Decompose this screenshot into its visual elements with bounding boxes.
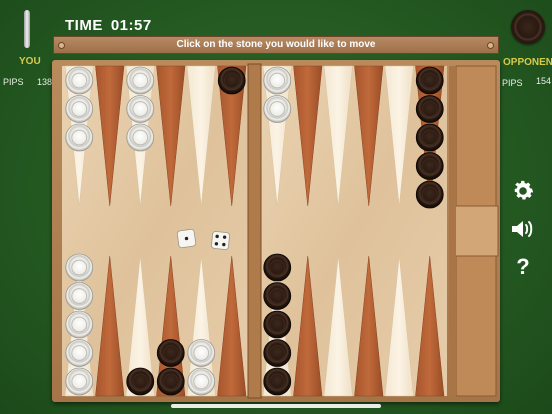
dark-stone[interactable] (156, 339, 185, 367)
dark-stone[interactable] (263, 367, 292, 396)
dark-stone[interactable] (415, 95, 444, 123)
dark-stone[interactable] (217, 66, 246, 95)
light-stone[interactable] (65, 253, 94, 282)
opponent-label: OPPONENT (503, 57, 552, 68)
gear-icon (514, 180, 534, 200)
timer-value: 01:57 (110, 17, 152, 34)
die-1 (176, 228, 197, 249)
player-stone-indicator (24, 10, 30, 48)
help-button[interactable]: ? (508, 252, 538, 282)
dark-stone[interactable] (263, 253, 292, 282)
player-pips-value: 138 (36, 77, 52, 87)
backgammon-board[interactable] (52, 60, 500, 402)
dark-stone[interactable] (156, 367, 185, 396)
light-stone[interactable] (263, 66, 292, 95)
bear-off-tray-top[interactable] (455, 65, 497, 207)
sound-button[interactable] (508, 214, 538, 244)
opponent-pips-value: 154 (535, 76, 551, 86)
light-stone[interactable] (126, 66, 155, 95)
opponent-stone-indicator (511, 10, 545, 44)
opponent-pips-label: PIPS (502, 78, 523, 88)
light-stone[interactable] (187, 367, 216, 396)
timer-label: TIME (65, 17, 103, 34)
home-indicator (171, 404, 381, 408)
dark-stone[interactable] (415, 123, 444, 152)
light-stone[interactable] (65, 66, 94, 95)
light-stone[interactable] (65, 282, 94, 310)
instruction-banner: Click on the stone you would like to mov… (53, 36, 499, 54)
light-stone[interactable] (126, 123, 155, 152)
bear-off-divider (449, 205, 499, 257)
light-stone[interactable] (65, 123, 94, 152)
center-bar[interactable] (247, 63, 262, 399)
light-stone[interactable] (65, 339, 94, 367)
dark-stone[interactable] (415, 66, 444, 95)
dark-stone[interactable] (263, 310, 292, 339)
dark-stone[interactable] (415, 180, 444, 209)
light-stone[interactable] (187, 339, 216, 367)
die-2 (211, 231, 230, 250)
light-stone[interactable] (263, 95, 292, 123)
tray-rail (449, 66, 456, 396)
light-stone[interactable] (65, 310, 94, 339)
question-icon: ? (516, 254, 530, 279)
player-label: YOU (19, 56, 41, 67)
speaker-icon (512, 221, 533, 237)
light-stone[interactable] (126, 95, 155, 123)
timer: TIME 01:57 (65, 17, 160, 34)
bear-off-tray-bottom[interactable] (455, 255, 497, 397)
light-stone[interactable] (65, 367, 94, 396)
die-face (211, 231, 230, 250)
light-stone[interactable] (65, 95, 94, 123)
dark-stone[interactable] (126, 367, 155, 396)
dark-stone[interactable] (263, 282, 292, 310)
player-pips-label: PIPS (3, 77, 24, 87)
dark-stone[interactable] (263, 339, 292, 367)
settings-button[interactable] (508, 176, 538, 206)
dark-stone[interactable] (415, 152, 444, 180)
